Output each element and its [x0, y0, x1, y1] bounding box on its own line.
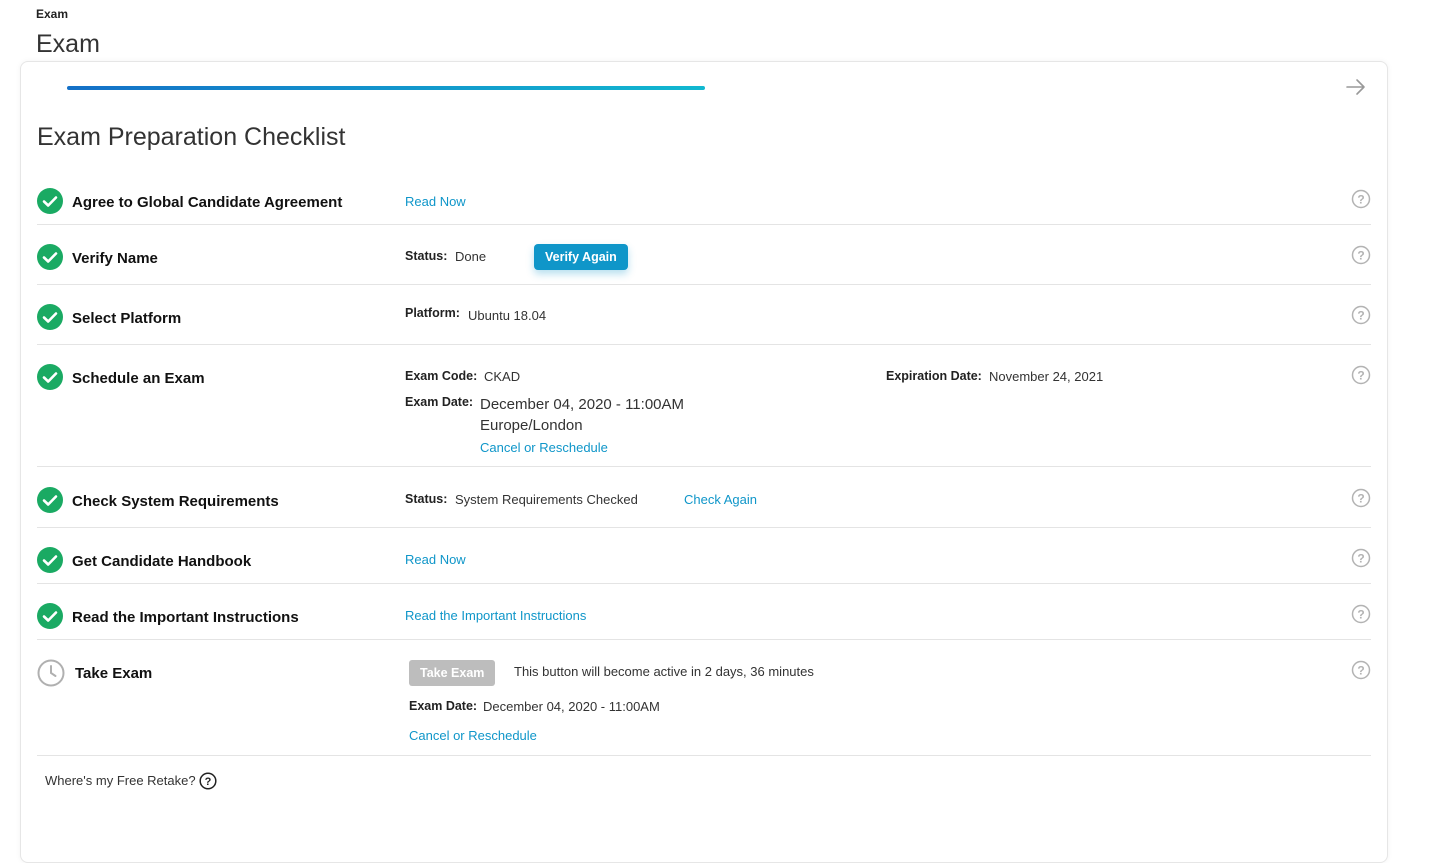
svg-text:?: ? — [1357, 608, 1364, 622]
read-now-link[interactable]: Read Now — [405, 552, 466, 567]
exam-code-value: CKAD — [484, 369, 521, 384]
timezone-value: Europe/London — [480, 417, 583, 434]
step-label: Agree to Global Candidate Agreement — [72, 194, 343, 211]
help-icon[interactable]: ? — [1351, 365, 1371, 385]
help-icon[interactable]: ? — [1351, 660, 1371, 680]
step-label: Read the Important Instructions — [72, 609, 299, 626]
check-circle-icon — [37, 188, 63, 214]
check-circle-icon — [37, 304, 63, 330]
platform-value: Ubuntu 18.04 — [468, 308, 547, 323]
step-label: Get Candidate Handbook — [72, 553, 252, 570]
arrow-right-icon[interactable] — [1345, 76, 1367, 98]
help-icon[interactable]: ? — [1351, 604, 1371, 624]
check-circle-icon — [37, 547, 63, 573]
read-now-link[interactable]: Read Now — [405, 194, 466, 209]
status-key: Status: — [405, 249, 448, 263]
read-instructions-link[interactable]: Read the Important Instructions — [405, 608, 586, 623]
status-value: System Requirements Checked — [455, 492, 638, 507]
checklist-row-handbook: Get Candidate Handbook Read Now ? — [37, 527, 1371, 584]
status-value: Done — [455, 249, 487, 264]
checklist-row-take-exam: Take Exam Take Exam This button will bec… — [37, 639, 1371, 756]
exam-date-key: Exam Date: — [409, 699, 478, 713]
svg-text:?: ? — [1357, 492, 1364, 506]
take-exam-button[interactable]: Take Exam — [409, 660, 496, 686]
step-label: Select Platform — [72, 310, 182, 327]
checklist-row-agreement: Agree to Global Candidate Agreement Read… — [37, 184, 1371, 225]
step-label: Check System Requirements — [72, 493, 279, 510]
clock-icon — [37, 659, 65, 687]
expiration-date-value: November 24, 2021 — [989, 369, 1104, 384]
checklist-row-platform: Select Platform Platform: Ubuntu 18.04 ? — [37, 284, 1371, 345]
help-icon[interactable]: ? — [199, 772, 217, 790]
svg-text:?: ? — [1357, 369, 1364, 383]
svg-text:?: ? — [1357, 552, 1364, 566]
progress-bar — [67, 86, 705, 90]
svg-text:?: ? — [1357, 309, 1364, 323]
breadcrumb[interactable]: Exam — [36, 7, 68, 21]
svg-text:?: ? — [1357, 249, 1364, 263]
free-retake-text: Where's my Free Retake? — [45, 773, 196, 788]
check-circle-icon — [37, 603, 63, 629]
exam-date-key: Exam Date: — [405, 395, 474, 409]
help-icon[interactable]: ? — [1351, 189, 1371, 209]
help-icon[interactable]: ? — [1351, 548, 1371, 568]
cancel-reschedule-link[interactable]: Cancel or Reschedule — [480, 440, 608, 455]
cancel-reschedule-link[interactable]: Cancel or Reschedule — [409, 728, 537, 743]
expiration-date-key: Expiration Date: — [886, 369, 982, 383]
status-key: Status: — [405, 492, 448, 506]
check-circle-icon — [37, 244, 63, 270]
help-icon[interactable]: ? — [1351, 488, 1371, 508]
exam-date-value: December 04, 2020 - 11:00AM — [483, 699, 660, 714]
check-circle-icon — [37, 364, 63, 390]
check-circle-icon — [37, 487, 63, 513]
step-label: Schedule an Exam — [72, 370, 205, 387]
step-label: Verify Name — [72, 250, 158, 267]
svg-text:?: ? — [1357, 664, 1364, 678]
checklist-title: Exam Preparation Checklist — [37, 123, 346, 151]
checklist-row-instructions: Read the Important Instructions Read the… — [37, 583, 1371, 640]
platform-key: Platform: — [405, 306, 460, 320]
help-icon[interactable]: ? — [1351, 245, 1371, 265]
svg-text:?: ? — [1357, 193, 1364, 207]
svg-text:?: ? — [205, 776, 212, 788]
help-icon[interactable]: ? — [1351, 305, 1371, 325]
step-label: Take Exam — [75, 665, 153, 682]
checklist-row-system-req: Check System Requirements Status: System… — [37, 467, 1371, 528]
exam-code-key: Exam Code: — [405, 369, 478, 383]
page-title: Exam — [36, 30, 100, 58]
exam-date-value: December 04, 2020 - 11:00AM — [480, 396, 685, 413]
availability-note: This button will become active in 2 days… — [514, 664, 814, 679]
checklist-card: Exam Preparation Checklist Agree to Glob… — [20, 61, 1388, 863]
checklist-row-schedule: Schedule an Exam Exam Code: CKAD Expirat… — [37, 344, 1371, 467]
check-again-link[interactable]: Check Again — [684, 492, 757, 507]
checklist-row-verify-name: Verify Name Status: Done Verify Again ? — [37, 224, 1371, 285]
verify-again-button[interactable]: Verify Again — [534, 244, 628, 270]
